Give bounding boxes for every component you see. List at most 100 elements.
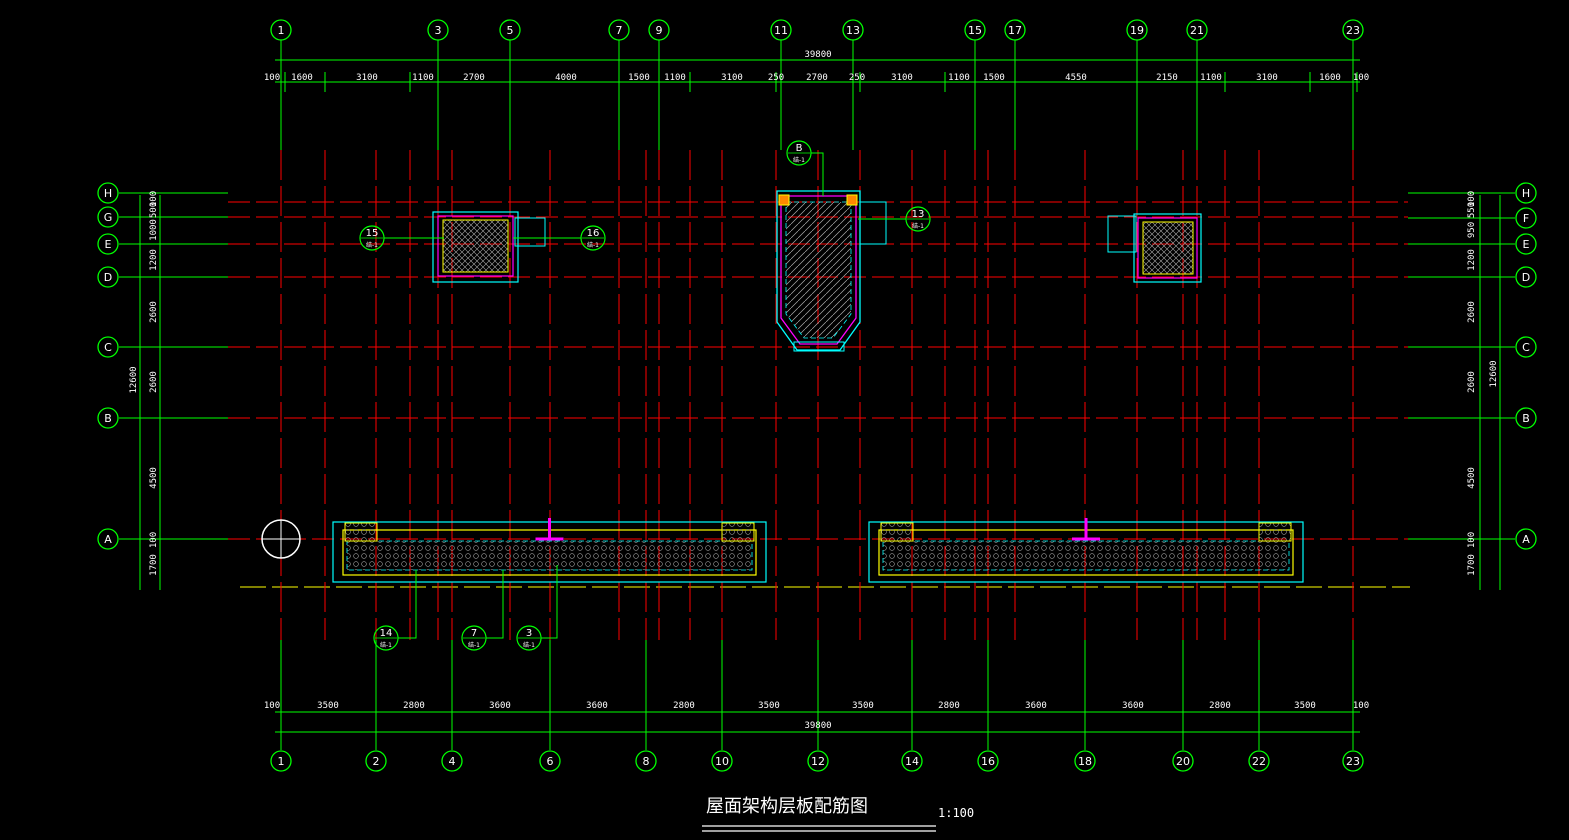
- axis-label-bottom: 4: [449, 755, 456, 768]
- axis-label-left: G: [104, 211, 113, 224]
- axis-label-top: 23: [1346, 24, 1360, 37]
- canopy-corner: [344, 522, 378, 542]
- axis-label-bottom: 14: [905, 755, 919, 768]
- right-dim-segment: 4500: [1467, 467, 1477, 489]
- top-dim-segment: 3100: [891, 73, 913, 83]
- axis-label-bottom: 16: [981, 755, 995, 768]
- center-opening-tab: [859, 201, 887, 245]
- bottom-dim-segment: 3500: [1294, 701, 1316, 711]
- detail-callout-sheet: 结-1: [468, 641, 480, 649]
- right-dim-segment: 1700: [1467, 554, 1477, 576]
- left-dim-segment: 500: [149, 202, 159, 218]
- detail-callout-number: 13: [912, 209, 925, 220]
- axis-label-left: C: [104, 341, 112, 354]
- axis-label-bottom: 12: [811, 755, 825, 768]
- axis-label-right: F: [1523, 212, 1529, 225]
- axis-label-bottom: 20: [1176, 755, 1190, 768]
- top-dim-segment: 3100: [356, 73, 378, 83]
- top-dim-segment: 1500: [628, 73, 650, 83]
- bottom-dim-segment: 3500: [852, 701, 874, 711]
- axis-label-top: 17: [1008, 24, 1022, 37]
- left-dim-segment: 1200: [149, 249, 159, 271]
- axis-label-top: 7: [616, 24, 623, 37]
- center-opening-hatch: [785, 201, 852, 339]
- right-dim-segment: 1200: [1467, 249, 1477, 271]
- top-dim-segment: 2700: [806, 73, 828, 83]
- left-dim-segment: 2600: [149, 301, 159, 323]
- left-opening-hatch: [442, 219, 509, 273]
- canopy-corner: [1258, 522, 1292, 542]
- detail-callout-number: 16: [587, 228, 600, 239]
- callout-leader: [486, 570, 504, 639]
- detail-callout-sheet: 结-1: [366, 241, 378, 249]
- axis-label-right: E: [1523, 238, 1530, 251]
- top-dim-segment: 250: [768, 73, 784, 83]
- bottom-dim-segment: 100: [264, 701, 280, 711]
- axis-label-right: H: [1522, 187, 1530, 200]
- bottom-dim-segment: 3600: [1122, 701, 1144, 711]
- axis-label-bottom: 8: [643, 755, 650, 768]
- top-dim-segment: 1500: [983, 73, 1005, 83]
- axis-label-bottom: 1: [278, 755, 285, 768]
- right-dim-segment: 2600: [1467, 301, 1477, 323]
- top-dim-segment: 1100: [412, 73, 434, 83]
- detail-callout-number: 14: [380, 628, 393, 639]
- top-dim-segment: 1600: [291, 73, 313, 83]
- right-opening-tab: [1107, 215, 1137, 253]
- axis-label-left: D: [104, 271, 112, 284]
- canopy-corner: [880, 522, 914, 542]
- top-dim-segment: 100: [264, 73, 280, 83]
- top-dim-segment: 2150: [1156, 73, 1178, 83]
- bottom-dim-segment: 100: [1353, 701, 1369, 711]
- canopy-hatch: [346, 540, 753, 571]
- top-dim-segment: 250: [849, 73, 865, 83]
- axis-label-top: 13: [846, 24, 860, 37]
- bottom-dim-segment: 3600: [489, 701, 511, 711]
- axis-label-bottom: 22: [1252, 755, 1266, 768]
- detail-callout-sheet: 结-1: [523, 641, 535, 649]
- corner-column: [778, 194, 790, 206]
- left-dim-segment: 1000: [149, 219, 159, 241]
- axis-label-top: 21: [1190, 24, 1204, 37]
- axis-label-right: C: [1522, 341, 1530, 354]
- left-opening-tab: [514, 217, 546, 247]
- axis-grid-lines: [119, 40, 1515, 750]
- callout-leader: [398, 570, 417, 639]
- top-dim-segment: 1100: [1200, 73, 1222, 83]
- bottom-dim-segment: 3600: [1025, 701, 1047, 711]
- bottom-dim-segment: 2800: [938, 701, 960, 711]
- left-dim-segment: 1700: [149, 554, 159, 576]
- left-total-dim: 12600: [129, 366, 139, 393]
- axis-label-bottom: 6: [547, 755, 554, 768]
- top-dim-segment: 2700: [463, 73, 485, 83]
- axis-label-right: B: [1522, 412, 1530, 425]
- right-dim-segment: 550: [1467, 202, 1477, 218]
- detail-callout-number: 3: [526, 628, 532, 639]
- detail-callout-number: B: [796, 143, 803, 154]
- canopy-hatch: [882, 540, 1290, 571]
- bottom-dim-segment: 2800: [403, 701, 425, 711]
- top-dim-segment: 4000: [555, 73, 577, 83]
- axis-label-top: 3: [435, 24, 442, 37]
- bottom-dim-segment: 3500: [758, 701, 780, 711]
- axis-label-top: 5: [507, 24, 514, 37]
- corner-column: [846, 194, 858, 206]
- detail-callout-sheet: 结-1: [380, 641, 392, 649]
- axis-label-bottom: 18: [1078, 755, 1092, 768]
- detail-callout-number: 15: [366, 228, 379, 239]
- axis-label-left: E: [105, 238, 112, 251]
- detail-callout-sheet: 结-1: [912, 222, 924, 230]
- bottom-dim-segment: 2800: [1209, 701, 1231, 711]
- callout-leader: [541, 565, 558, 639]
- axis-label-top: 1: [278, 24, 285, 37]
- axis-label-bottom: 10: [715, 755, 729, 768]
- axis-bubbles: 1 3 5 7 9 11 13 15 17 19 21 231 2 4 6 8 10 12 14 16 18 20 22 23…: [97, 19, 1537, 772]
- axis-label-bottom: 23: [1346, 755, 1360, 768]
- right-opening-hatch: [1142, 221, 1194, 275]
- axis-label-left: H: [104, 187, 112, 200]
- right-dim-segment: 2600: [1467, 371, 1477, 393]
- left-dim-segment: 4500: [149, 467, 159, 489]
- bottom-dim-segment: 2800: [673, 701, 695, 711]
- top-dim-segment: 3100: [1256, 73, 1278, 83]
- right-dim-segment: 950: [1467, 222, 1477, 238]
